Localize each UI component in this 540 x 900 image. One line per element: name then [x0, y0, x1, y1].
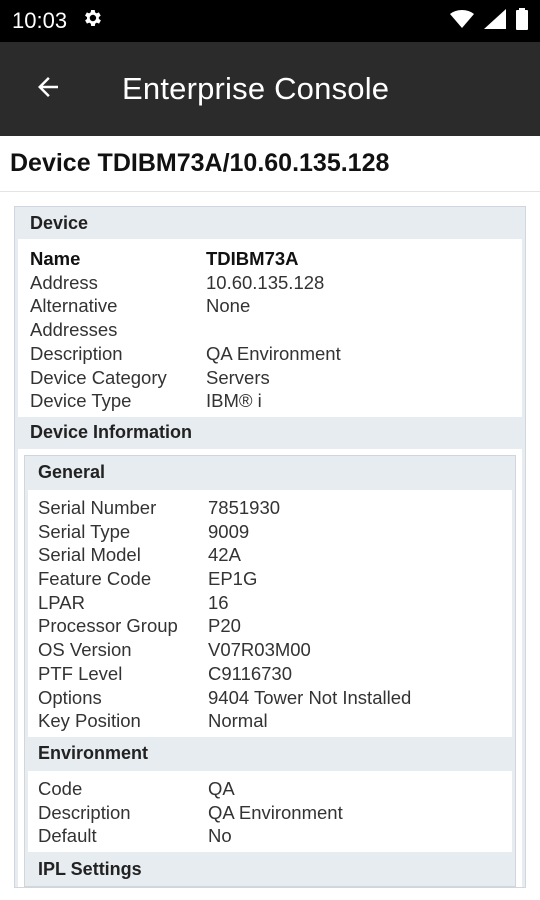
general-body: Serial Number 7851930 Serial Type 9009 S… — [28, 489, 512, 737]
property-value: No — [208, 825, 232, 847]
property-label: Device Category — [30, 366, 167, 388]
property-value: V07R03M00 — [208, 639, 311, 661]
general-title: General — [38, 462, 106, 483]
status-time: 10:03 — [12, 8, 68, 33]
property-label: Address — [30, 271, 98, 293]
property-value: Normal — [208, 710, 268, 732]
property-value: 42A — [208, 544, 241, 566]
environment-title: Environment — [38, 743, 149, 764]
property-label: Device Type — [30, 390, 132, 412]
app-title: Enterprise Console — [122, 71, 390, 106]
device-panel-body: Name TDIBM73A Address 10.60.135.128 Alte… — [18, 239, 522, 417]
back-button[interactable] — [0, 42, 96, 136]
property-label: Alternative Addresses — [30, 295, 118, 341]
property-value: TDIBM73A — [206, 248, 299, 269]
property-value: Servers — [206, 366, 270, 388]
property-value: 16 — [208, 591, 229, 613]
wifi-icon — [450, 9, 474, 34]
environment-properties: Code QA Description QA Environment Defau… — [38, 777, 502, 848]
app-bar: Enterprise Console — [0, 42, 540, 136]
ipl-settings-title: IPL Settings — [38, 858, 142, 879]
general-properties: Serial Number 7851930 Serial Type 9009 S… — [38, 496, 502, 733]
device-panel: Device Name TDIBM73A Address 10.60.135.1… — [14, 206, 526, 889]
property-label: Code — [38, 777, 83, 799]
property-value: 10.60.135.128 — [206, 271, 325, 293]
status-bar: 10:03 — [0, 0, 540, 42]
general-panel: General Serial Number 7851930 Serial Typ… — [24, 454, 516, 888]
property-value: C9116730 — [208, 662, 293, 684]
device-panel-title: Device — [30, 212, 89, 233]
property-label: Serial Type — [38, 520, 131, 542]
property-value: P20 — [208, 615, 241, 637]
device-information-body: General Serial Number 7851930 Serial Typ… — [18, 448, 522, 888]
back-arrow-icon — [33, 72, 63, 107]
property-value: QA Environment — [208, 801, 343, 823]
property-label: OS Version — [38, 639, 132, 661]
property-value: EP1G — [208, 568, 258, 590]
property-label: LPAR — [38, 591, 85, 613]
property-label: Options — [38, 686, 102, 708]
environment-body: Code QA Description QA Environment Defau… — [28, 770, 512, 853]
property-label: Description — [30, 342, 123, 364]
settings-gear-icon — [81, 7, 103, 35]
property-value: 9404 Tower Not Installed — [208, 686, 412, 708]
property-label: Name — [30, 248, 81, 269]
cell-signal-icon — [484, 8, 506, 34]
property-label: Processor Group — [38, 615, 178, 637]
property-value: QA — [208, 777, 235, 799]
property-label: Description — [38, 801, 131, 823]
device-information-title: Device Information — [30, 422, 193, 443]
property-value: None — [206, 295, 251, 317]
property-value: 9009 — [208, 520, 250, 542]
property-value: IBM® i — [206, 390, 262, 412]
property-label: Feature Code — [38, 568, 152, 590]
device-properties: Name TDIBM73A Address 10.60.135.128 Alte… — [30, 247, 510, 413]
page-title: Device TDIBM73A/10.60.135.128 — [0, 136, 540, 192]
content-area: Device Name TDIBM73A Address 10.60.135.1… — [0, 192, 540, 889]
property-label: Serial Number — [38, 496, 157, 518]
property-label: Key Position — [38, 710, 141, 732]
property-label: PTF Level — [38, 662, 123, 684]
property-value: 7851930 — [208, 496, 281, 518]
property-value: QA Environment — [206, 342, 341, 364]
battery-icon — [516, 7, 528, 35]
property-label: Default — [38, 825, 97, 847]
property-label: Serial Model — [38, 544, 141, 566]
